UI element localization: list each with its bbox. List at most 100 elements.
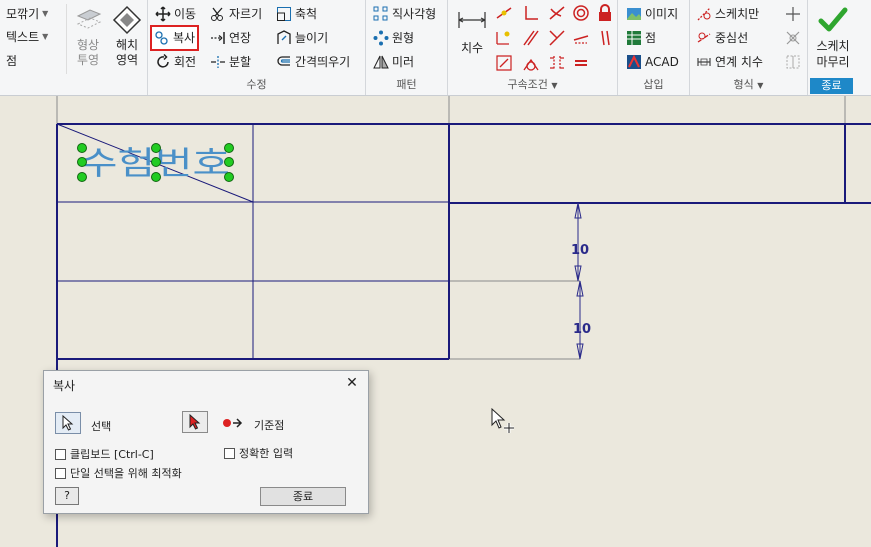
fillet-button[interactable]: 모깎기 ▼ (6, 3, 48, 25)
stretch-icon (276, 30, 292, 46)
rect-pattern-label: 직사각형 (392, 7, 437, 21)
image-button[interactable]: 이미지 (626, 3, 678, 25)
checkbox-box[interactable] (224, 447, 235, 459)
help-button[interactable]: ? (55, 487, 79, 505)
create-group: 모깎기 ▼ 텍스트 ▼ 점 형상 투영 해치 영역 (0, 0, 148, 95)
construction-point-icon[interactable] (784, 5, 802, 23)
scale-button[interactable]: 축척 (276, 3, 317, 25)
rotate-button[interactable]: 회전 (155, 51, 196, 73)
optimize-label: 단일 선택을 위해 최적화 (70, 467, 182, 480)
project-geometry-icon (72, 4, 104, 36)
optimize-single-select-checkbox[interactable]: 단일 선택을 위해 최적화 (55, 465, 182, 481)
split-button[interactable]: 분할 (210, 51, 251, 73)
dimension-label: 치수 (460, 41, 484, 55)
colinear-icon[interactable] (495, 29, 513, 47)
equal-icon[interactable] (548, 54, 566, 72)
checkbox-box[interactable] (55, 467, 66, 479)
hatch-label: 해치 영역 (115, 38, 139, 67)
sketch-only-label: 스케치만 (715, 7, 760, 21)
parallel-icon[interactable] (522, 29, 540, 47)
close-icon[interactable]: ✕ (344, 375, 360, 391)
linked-dimension-button[interactable]: 연계 치수 (696, 51, 763, 73)
equal-angle-icon[interactable] (548, 29, 566, 47)
offset-label: 간격띄우기 (295, 55, 351, 69)
copy-label: 복사 (173, 31, 196, 45)
clipboard-checkbox[interactable]: 클립보드 [Ctrl-C] (55, 446, 154, 462)
checkmark-icon (817, 4, 849, 36)
equal-length-icon[interactable] (572, 54, 590, 72)
dropdown-arrow-icon[interactable]: ▼ (551, 81, 557, 90)
vertical-icon[interactable] (596, 29, 614, 47)
dimension-value-2[interactable]: 10 (573, 322, 591, 337)
close-button[interactable]: 종료 (260, 487, 346, 506)
extend-button[interactable]: 연장 (210, 27, 251, 49)
acad-icon (626, 54, 642, 70)
concentric-icon[interactable] (572, 4, 590, 22)
horizontal-icon[interactable] (572, 29, 590, 47)
offset-button[interactable]: 간격띄우기 (276, 51, 350, 73)
dimension-value-1[interactable]: 10 (571, 243, 589, 258)
circular-pattern-button[interactable]: 원형 (373, 27, 414, 49)
mirror-button[interactable]: 미러 (373, 51, 414, 73)
project-geometry-button[interactable]: 형상 투영 (70, 4, 106, 68)
copy-dialog: 복사 ✕ 선택 기준점 클립보드 [Ctrl-C] 정확한 입력 단일 선택을 … (43, 370, 369, 514)
copy-button[interactable]: 복사 (149, 25, 200, 51)
select-button[interactable] (55, 412, 81, 434)
constraint-group-title: 구속조건 ▼ (448, 78, 617, 92)
cursor-arrow-red-icon (189, 414, 201, 430)
insert-group-title: 삽입 (643, 78, 664, 91)
circular-pattern-icon (373, 30, 389, 46)
dialog-title: 복사 (53, 379, 76, 393)
separator (66, 4, 67, 74)
centerline-button[interactable]: 중심선 (696, 27, 748, 49)
perpendicular-icon[interactable] (522, 4, 540, 22)
move-button[interactable]: 이동 (155, 3, 196, 25)
pattern-group-title: 패턴 (396, 78, 417, 91)
finish-sketch-label-1: 스케치 (816, 39, 850, 53)
modify-group-title: 수정 (246, 78, 267, 91)
centerline-icon (696, 30, 712, 46)
mirror-icon (373, 54, 389, 70)
format-group-title-label: 형식 (733, 78, 754, 91)
centerline-label: 중심선 (715, 31, 749, 45)
clipboard-label: 클립보드 [Ctrl-C] (70, 448, 154, 461)
point-create-label: 점 (6, 54, 18, 68)
dropdown-arrow-icon: ▼ (42, 9, 49, 18)
rect-pattern-icon (373, 6, 389, 22)
cursor-arrow-icon (62, 415, 74, 431)
point-create-button[interactable]: 점 (6, 50, 17, 72)
insert-group: 이미지 점 ACAD 삽입 (618, 0, 690, 95)
trim-icon (210, 6, 226, 22)
scale-icon (276, 6, 292, 22)
center-point-icon[interactable] (784, 29, 802, 47)
symmetric-icon[interactable] (495, 54, 513, 72)
text-button[interactable]: 텍스트 ▼ (6, 26, 48, 48)
trim-button[interactable]: 자르기 (210, 3, 262, 25)
fix-icon[interactable] (596, 4, 614, 22)
pattern-group: 직사각형 원형 미러 패턴 (366, 0, 448, 95)
spreadsheet-icon (626, 30, 642, 46)
offset-icon (276, 54, 292, 70)
acad-button[interactable]: ACAD (626, 51, 679, 73)
checkbox-box[interactable] (55, 448, 66, 460)
base-point-select-button[interactable] (182, 411, 208, 433)
stretch-button[interactable]: 늘이기 (276, 27, 328, 49)
dropdown-arrow-icon[interactable]: ▼ (757, 81, 763, 90)
text-label: 텍스트 (6, 30, 40, 44)
hatch-button[interactable]: 해치 영역 (108, 4, 146, 68)
rect-pattern-button[interactable]: 직사각형 (373, 3, 436, 25)
coincident-icon[interactable] (495, 4, 513, 22)
dimension-button[interactable]: 치수 (452, 4, 492, 56)
sketch-only-button[interactable]: 스케치만 (696, 3, 759, 25)
rotate-label: 회전 (174, 55, 197, 69)
smooth-icon[interactable] (522, 54, 540, 72)
precise-input-checkbox[interactable]: 정확한 입력 (224, 445, 293, 461)
image-label: 이미지 (645, 7, 679, 21)
format-group: 스케치만 중심선 연계 치수 형식 ▼ (690, 0, 808, 95)
tangent-icon[interactable] (548, 4, 566, 22)
extend-icon (210, 30, 226, 46)
import-point-button[interactable]: 점 (626, 27, 656, 49)
finish-sketch-button[interactable]: 스케치 마무리 (810, 4, 856, 70)
driven-dimension-icon[interactable] (784, 53, 802, 71)
acad-label: ACAD (645, 55, 679, 69)
